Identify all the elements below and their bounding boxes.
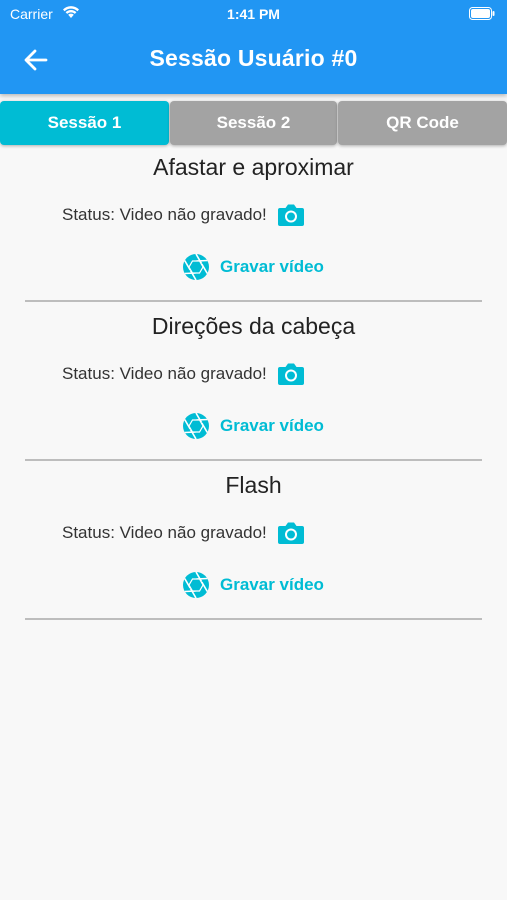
camera-icon[interactable] <box>277 202 305 228</box>
tab-qr-code[interactable]: QR Code <box>338 101 507 145</box>
page-title: Sessão Usuário #0 <box>149 45 358 71</box>
battery-icon <box>469 7 495 20</box>
divider <box>25 300 482 302</box>
record-video-label: Gravar vídeo <box>220 257 324 276</box>
status-text: Status: Video não gravado! <box>62 523 267 542</box>
camera-aperture-icon <box>183 412 209 440</box>
tab-sessao-1[interactable]: Sessão 1 <box>0 101 169 145</box>
camera-icon[interactable] <box>277 361 305 387</box>
status-text: Status: Video não gravado! <box>62 364 267 383</box>
section-title: Flash <box>225 472 282 498</box>
section-title: Afastar e aproximar <box>153 154 354 180</box>
section-title: Direções da cabeça <box>151 313 356 339</box>
status-row: Status: Video não gravado! <box>62 200 305 230</box>
camera-aperture-icon <box>183 571 209 599</box>
section-afastar-aproximar: Afastar e aproximar Status: Video não gr… <box>0 152 507 311</box>
status-text: Status: Video não gravado! <box>62 205 267 224</box>
camera-icon[interactable] <box>277 520 305 546</box>
record-video-label: Gravar vídeo <box>220 575 324 594</box>
tab-bar: Sessão 1 Sessão 2 QR Code <box>0 101 507 145</box>
app-bar: Carrier 1:41 PM Sessão Usuário #0 <box>0 0 507 94</box>
divider <box>25 618 482 620</box>
record-video-button[interactable]: Gravar vídeo <box>182 250 324 284</box>
divider <box>25 459 482 461</box>
status-time: 1:41 PM <box>227 6 280 22</box>
status-row: Status: Video não gravado! <box>62 518 305 548</box>
status-bar: Carrier 1:41 PM <box>0 0 507 28</box>
section-direcoes-cabeca: Direções da cabeça Status: Video não gra… <box>0 311 507 470</box>
camera-aperture-icon <box>183 253 209 281</box>
record-video-button[interactable]: Gravar vídeo <box>182 568 324 602</box>
record-video-label: Gravar vídeo <box>220 416 324 435</box>
section-flash: Flash Status: Video não gravado! Gravar … <box>0 470 507 629</box>
record-video-button[interactable]: Gravar vídeo <box>182 409 324 443</box>
tab-sessao-2[interactable]: Sessão 2 <box>170 101 337 145</box>
status-row: Status: Video não gravado! <box>62 359 305 389</box>
